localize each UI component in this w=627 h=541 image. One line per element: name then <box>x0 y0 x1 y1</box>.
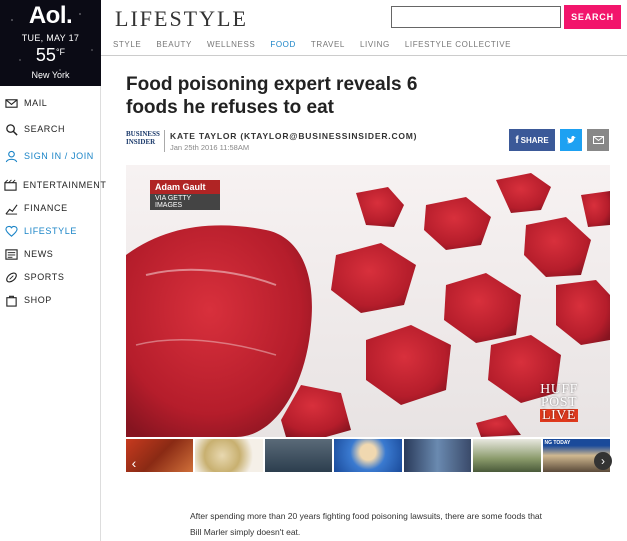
facebook-icon: f <box>515 134 519 146</box>
left-sidebar: Aol. TUE, MAY 17 55°F New York MAIL SEAR… <box>0 0 106 541</box>
search-icon <box>4 122 18 136</box>
weather-city: New York <box>31 70 70 80</box>
nav-label: SEARCH <box>24 124 66 134</box>
nav-label: SHOP <box>24 295 52 305</box>
nav-label: LIFESTYLE <box>24 226 77 236</box>
author-name[interactable]: KATE TAYLOR (KTAYLOR@BUSINESSINSIDER.COM… <box>170 131 417 141</box>
carousel-next-button[interactable]: › <box>594 452 612 470</box>
news-icon <box>4 247 18 261</box>
weather-widget[interactable]: Aol. TUE, MAY 17 55°F New York <box>0 0 101 86</box>
video-thumbnail[interactable] <box>403 439 472 472</box>
film-icon <box>4 178 17 192</box>
nav-sign-in[interactable]: SIGN IN / JOIN <box>0 146 101 166</box>
huffpost-live-watermark: HUFF POST LIVE <box>534 383 584 423</box>
tab-travel[interactable]: TRAVEL <box>311 40 345 49</box>
tab-beauty[interactable]: BEAUTY <box>156 40 192 49</box>
search-button[interactable]: SEARCH <box>564 5 621 29</box>
chart-icon <box>4 201 18 215</box>
tab-living[interactable]: LIVING <box>360 40 390 49</box>
video-thumbnail[interactable] <box>334 439 402 472</box>
nav-search[interactable]: SEARCH <box>0 119 101 139</box>
carousel-prev-button[interactable]: ‹ <box>128 456 140 470</box>
article-body: After spending more than 20 years fighti… <box>190 511 543 537</box>
mail-icon <box>4 96 18 110</box>
publish-date: Jan 25th 2016 11:58AM <box>170 143 250 152</box>
search-input[interactable] <box>391 6 561 28</box>
email-share-button[interactable] <box>587 129 609 151</box>
business-insider-logo: BUSINESS INSIDER <box>126 130 160 146</box>
heart-icon <box>4 224 18 238</box>
weather-date: TUE, MAY 17 <box>21 33 80 43</box>
temp-unit: °F <box>55 47 66 57</box>
video-thumbnail-strip: NG TODAY <box>126 439 610 472</box>
byline-divider <box>164 130 165 152</box>
nav-mail[interactable]: MAIL <box>0 93 101 113</box>
bag-icon <box>4 293 18 307</box>
football-icon <box>4 270 18 284</box>
video-thumbnail[interactable] <box>473 439 541 472</box>
tab-lifestyle-collective[interactable]: LIFESTYLE COLLECTIVE <box>405 40 511 49</box>
category-nav: STYLE BEAUTY WELLNESS FOOD TRAVEL LIVING… <box>101 36 627 56</box>
weather-temperature: 55°F <box>0 45 101 66</box>
nav-label: FINANCE <box>24 203 68 213</box>
photo-credit-name: Adam Gault <box>150 180 220 194</box>
aol-logo[interactable]: Aol. <box>0 2 101 30</box>
temp-value: 55 <box>35 45 56 65</box>
nav-label: MAIL <box>24 98 48 108</box>
nav-shop[interactable]: SHOP <box>0 290 101 310</box>
nav-entertainment[interactable]: ENTERTAINMENT <box>0 175 106 195</box>
nav-label: SIGN IN / JOIN <box>24 151 94 161</box>
nav-label: ENTERTAINMENT <box>23 180 107 190</box>
share-label: SHARE <box>520 135 549 145</box>
twitter-icon <box>566 135 576 144</box>
nav-label: NEWS <box>24 249 54 259</box>
nav-sports[interactable]: SPORTS <box>0 267 101 287</box>
thumb-caption: NG TODAY <box>544 440 571 446</box>
site-header: LIFESTYLE SEARCH <box>101 0 627 36</box>
twitter-share-button[interactable] <box>560 129 582 151</box>
lifestyle-brand[interactable]: LIFESTYLE <box>115 6 248 32</box>
user-icon <box>4 149 18 163</box>
nav-label: SPORTS <box>24 272 65 282</box>
video-thumbnail[interactable] <box>195 439 263 472</box>
watermark-live: LIVE <box>540 408 578 423</box>
article-headline: Food poisoning expert reveals 6 foods he… <box>126 74 418 118</box>
facebook-share-button[interactable]: f SHARE <box>509 129 555 151</box>
photo-credit-source: VIA GETTY IMAGES <box>150 194 220 210</box>
chevron-right-icon: › <box>601 454 605 468</box>
chevron-left-icon: ‹ <box>131 455 137 471</box>
nav-finance[interactable]: FINANCE <box>0 198 101 218</box>
envelope-icon <box>592 136 604 144</box>
tab-wellness[interactable]: WELLNESS <box>207 40 255 49</box>
nav-lifestyle[interactable]: LIFESTYLE <box>0 221 101 241</box>
tab-food[interactable]: FOOD <box>270 40 296 49</box>
nav-news[interactable]: NEWS <box>0 244 101 264</box>
tab-style[interactable]: STYLE <box>113 40 141 49</box>
video-thumbnail[interactable] <box>264 439 333 472</box>
